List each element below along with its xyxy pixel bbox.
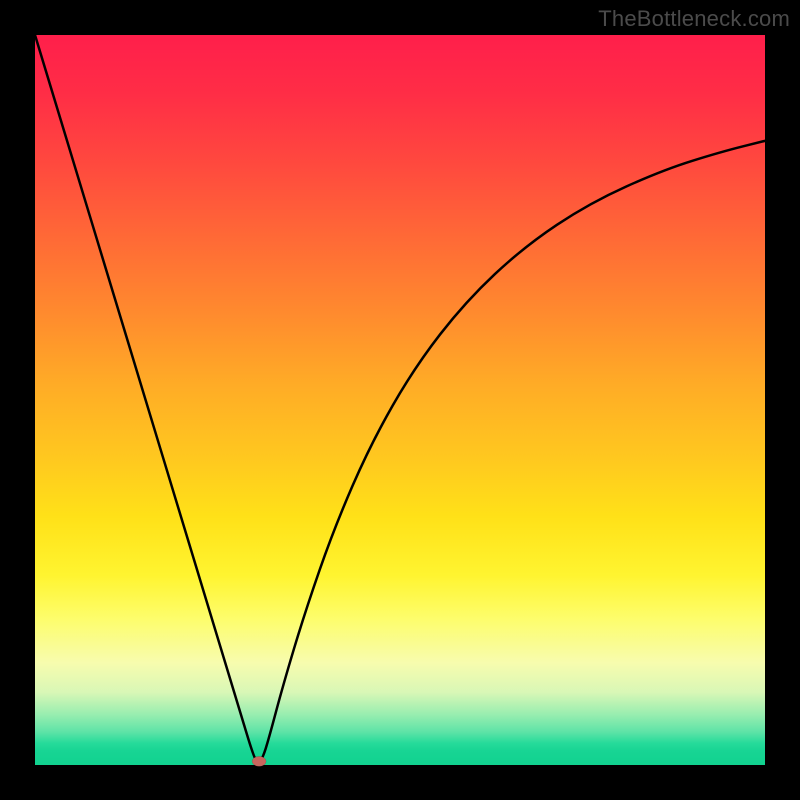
curve-svg [35, 35, 765, 765]
bottleneck-curve [35, 35, 765, 761]
optimum-marker [252, 756, 266, 766]
plot-area [35, 35, 765, 765]
watermark-text: TheBottleneck.com [598, 6, 790, 32]
chart-frame: TheBottleneck.com [0, 0, 800, 800]
